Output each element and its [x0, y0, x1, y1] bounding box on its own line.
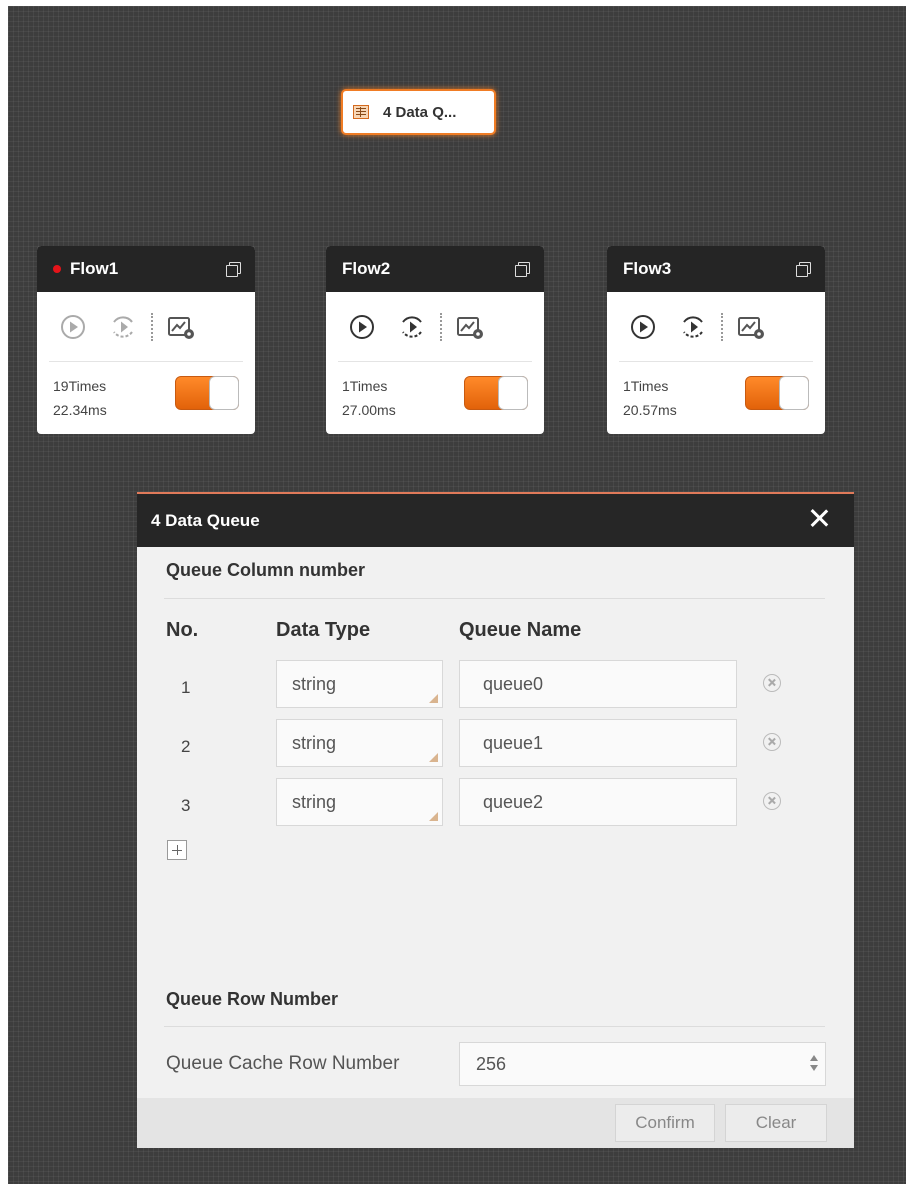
toolbar-separator — [151, 312, 153, 341]
flow-name: Flow3 — [623, 259, 672, 278]
enable-toggle[interactable] — [464, 376, 528, 410]
run-loop-icon[interactable] — [679, 313, 707, 341]
divider — [164, 598, 825, 599]
flow-toolbar — [49, 292, 243, 362]
flow-card-3[interactable]: Flow3 1Times 20.57ms — [607, 246, 825, 434]
dropdown-corner-icon — [429, 812, 438, 821]
remove-row-icon[interactable] — [763, 733, 781, 751]
queue-name-input[interactable]: queue2 — [459, 778, 737, 826]
flow-toolbar — [338, 292, 532, 362]
flow-stats: 1Times 27.00ms — [326, 362, 544, 422]
flow-card-header[interactable]: Flow3 — [607, 246, 825, 292]
toolbar-separator — [721, 312, 723, 341]
toggle-knob — [209, 376, 239, 410]
flow-name: Flow1 — [70, 259, 119, 278]
row-section-title: Queue Row Number — [166, 989, 339, 1009]
row-number: 2 — [181, 737, 191, 756]
monitor-settings-icon[interactable] — [456, 313, 484, 341]
restore-window-icon[interactable] — [515, 262, 530, 277]
toggle-knob — [779, 376, 809, 410]
data-type-select[interactable]: string — [276, 660, 443, 708]
dropdown-corner-icon — [429, 694, 438, 703]
run-once-icon[interactable] — [59, 313, 87, 341]
flow-card-header[interactable]: Flow2 — [326, 246, 544, 292]
column-section-title: Queue Column number — [166, 560, 366, 580]
run-once-icon[interactable] — [629, 313, 657, 341]
dropdown-corner-icon — [429, 753, 438, 762]
data-type-select[interactable]: string — [276, 719, 443, 767]
flow-card-1[interactable]: Flow1 19Times 22.34ms — [37, 246, 255, 434]
restore-window-icon[interactable] — [796, 262, 811, 277]
toolbar-separator — [440, 312, 442, 341]
queue-table-icon — [353, 105, 369, 119]
queue-name-input[interactable]: queue1 — [459, 719, 737, 767]
clear-button[interactable]: Clear — [725, 1104, 827, 1142]
enable-toggle[interactable] — [745, 376, 809, 410]
data-queue-node[interactable]: 4 Data Q... — [341, 89, 496, 135]
monitor-settings-icon[interactable] — [737, 313, 765, 341]
data-type-value: string — [292, 733, 337, 753]
remove-row-icon[interactable] — [763, 674, 781, 692]
divider — [164, 1026, 825, 1027]
dialog-title-bar[interactable]: 4 Data Queue — [137, 494, 854, 547]
cache-row-value: 256 — [476, 1054, 507, 1074]
remove-row-icon[interactable] — [763, 792, 781, 810]
row-number: 3 — [181, 796, 191, 815]
data-queue-dialog: 4 Data Queue Queue Column number No. Dat… — [137, 492, 854, 1148]
row-number: 1 — [181, 678, 191, 697]
flow-stats: 19Times 22.34ms — [37, 362, 255, 422]
queue-name-input[interactable]: queue0 — [459, 660, 737, 708]
enable-toggle[interactable] — [175, 376, 239, 410]
dialog-title: 4 Data Queue — [151, 510, 260, 530]
run-once-icon[interactable] — [348, 313, 376, 341]
data-queue-node-label: 4 Data Q... — [383, 103, 457, 121]
header-no: No. — [166, 619, 199, 641]
close-icon[interactable] — [808, 507, 830, 529]
header-queue-name: Queue Name — [459, 619, 582, 641]
dialog-footer: Confirm Clear — [137, 1098, 854, 1148]
header-data-type: Data Type — [276, 619, 371, 641]
data-type-select[interactable]: string — [276, 778, 443, 826]
flow-stats: 1Times 20.57ms — [607, 362, 825, 422]
data-type-value: string — [292, 792, 337, 812]
data-type-value: string — [292, 674, 337, 694]
spinner-arrows-icon[interactable] — [809, 1055, 819, 1073]
toggle-knob — [498, 376, 528, 410]
flow-card-header[interactable]: Flow1 — [37, 246, 255, 292]
cache-row-number-input[interactable]: 256 — [459, 1042, 826, 1086]
run-loop-icon[interactable] — [109, 313, 137, 341]
flow-name: Flow2 — [342, 259, 391, 278]
confirm-button[interactable]: Confirm — [615, 1104, 715, 1142]
monitor-settings-icon[interactable] — [167, 313, 195, 341]
flow-card-2[interactable]: Flow2 1Times 27.00ms — [326, 246, 544, 434]
cache-row-label: Queue Cache Row Number — [166, 1053, 400, 1074]
restore-window-icon[interactable] — [226, 262, 241, 277]
flow-toolbar — [619, 292, 813, 362]
add-row-icon[interactable] — [167, 840, 187, 860]
running-indicator-icon — [53, 265, 61, 273]
run-loop-icon[interactable] — [398, 313, 426, 341]
